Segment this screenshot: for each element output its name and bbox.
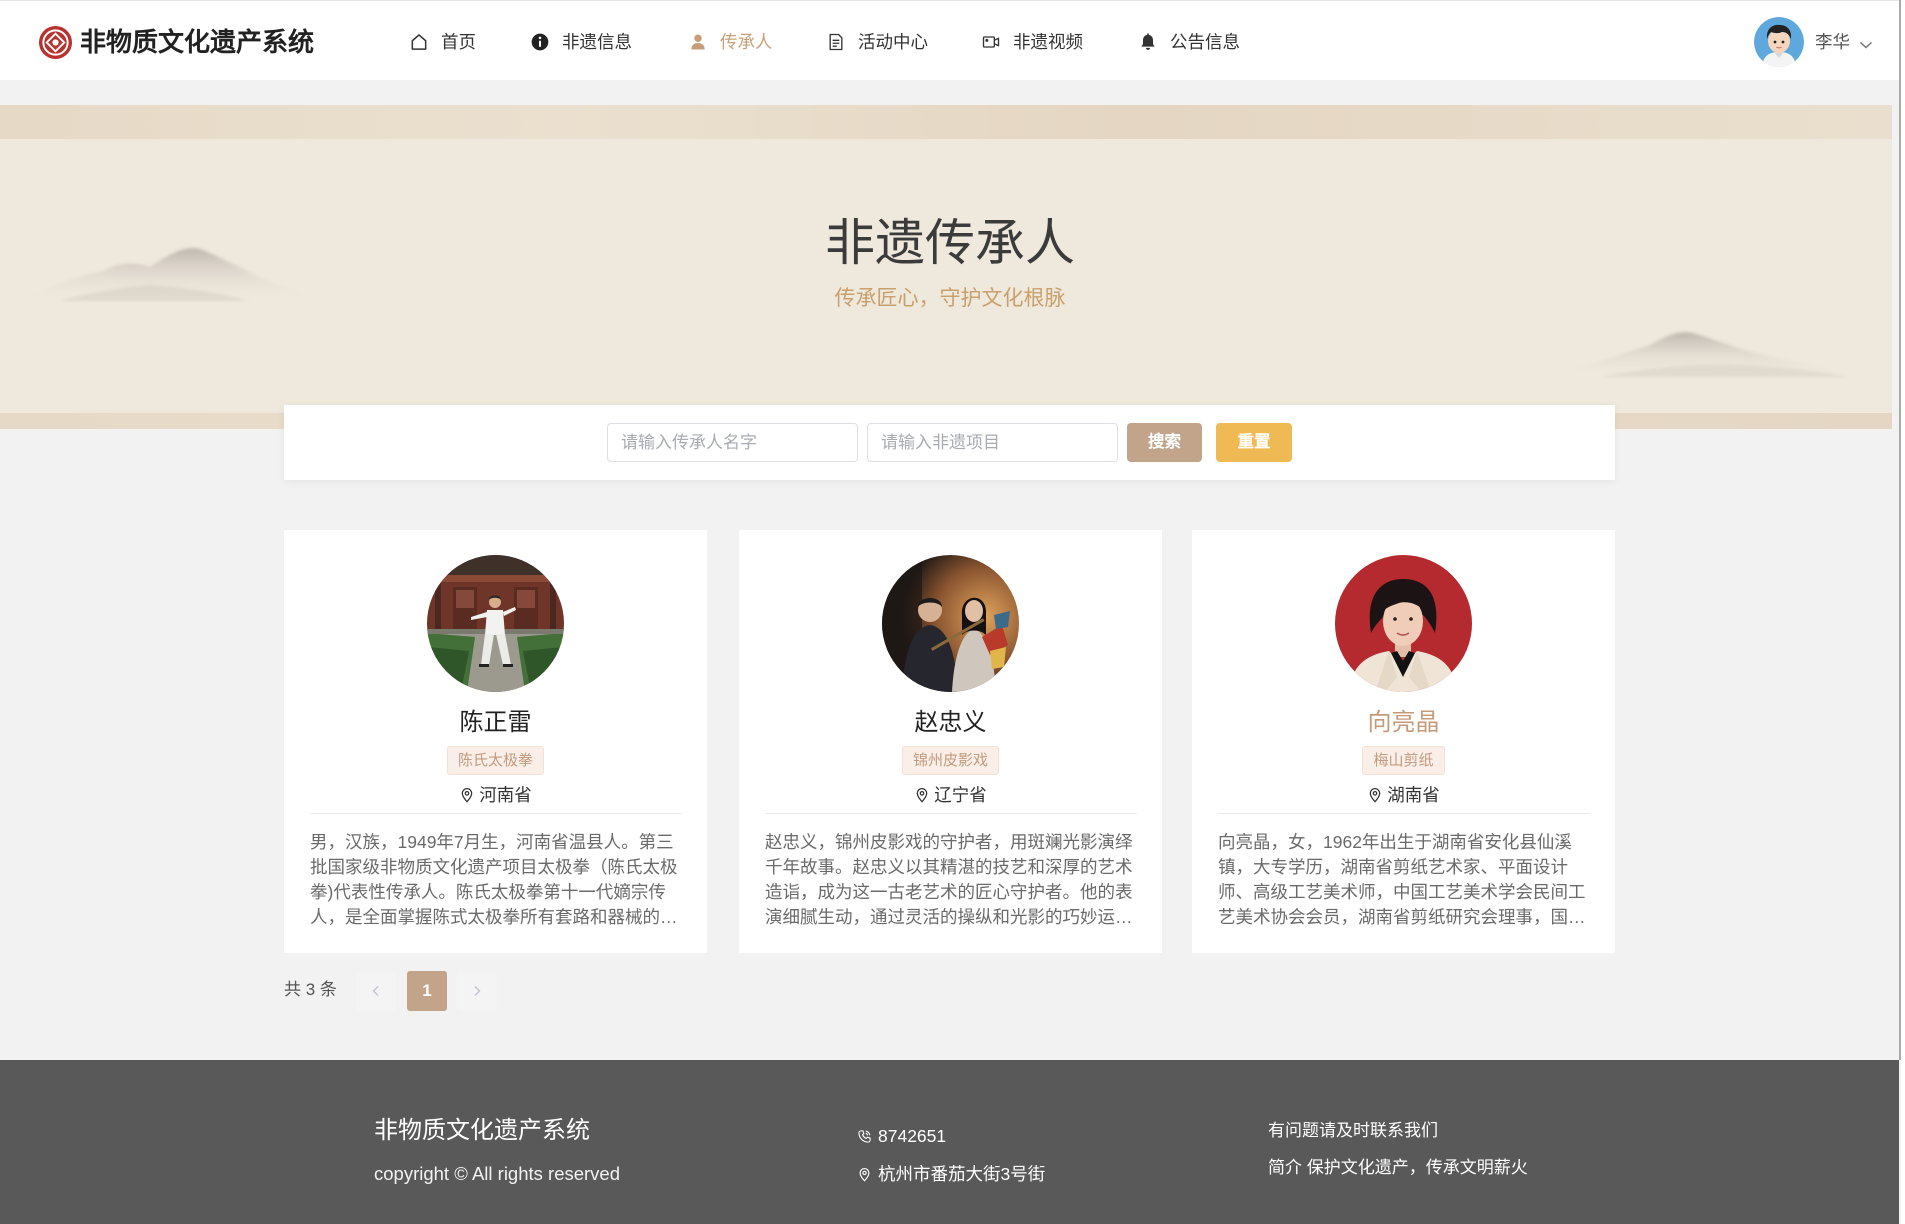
footer-contact-prompt: 有问题请及时联系我们 bbox=[1268, 1121, 1438, 1140]
phone-icon bbox=[857, 1129, 872, 1144]
window-edge-margin bbox=[1901, 0, 1905, 1224]
footer-intro: 简介 保护文化遗产，传承文明薪火 bbox=[1268, 1158, 1528, 1177]
footer-copyright: copyright © All rights reserved bbox=[374, 1163, 621, 1184]
user-icon bbox=[688, 32, 708, 52]
search-panel: 搜索 重置 bbox=[284, 405, 1615, 480]
inheritor-card[interactable]: 赵忠义 锦州皮影戏 辽宁省 赵忠义，锦州皮影戏的守护者，用斑斓光影演绎千年故事。… bbox=[739, 530, 1162, 953]
footer-title: 非物质文化遗产系统 bbox=[374, 1117, 590, 1144]
pagination-total: 共 3 条 bbox=[284, 980, 337, 999]
location-pin-icon bbox=[1367, 787, 1383, 803]
pagination-next-button[interactable] bbox=[457, 971, 497, 1011]
phone-number: 8742651 bbox=[878, 1126, 947, 1146]
chevron-left-icon bbox=[370, 985, 382, 997]
footer-phone: 8742651 bbox=[857, 1124, 946, 1148]
chevron-down-icon[interactable] bbox=[1859, 37, 1873, 49]
location-pin-icon bbox=[459, 787, 475, 803]
bell-icon bbox=[1138, 32, 1158, 52]
user-avatar[interactable] bbox=[1754, 17, 1804, 67]
nav-item-home[interactable]: 首页 bbox=[409, 29, 476, 55]
location-text: 河南省 bbox=[479, 785, 532, 805]
nav-item-activity-center[interactable]: 活动中心 bbox=[826, 29, 928, 55]
nav-label: 非遗视频 bbox=[1013, 32, 1083, 52]
inheritor-name: 向亮晶 bbox=[1367, 709, 1440, 736]
card-divider bbox=[310, 813, 682, 814]
nav-label: 公告信息 bbox=[1170, 32, 1240, 52]
search-button[interactable]: 搜索 bbox=[1127, 423, 1202, 462]
inheritor-location: 辽宁省 bbox=[739, 783, 1162, 807]
nav-item-heritage-info[interactable]: 非遗信息 bbox=[530, 29, 632, 55]
address-text: 杭州市番茄大街3号街 bbox=[878, 1164, 1046, 1184]
card-divider bbox=[1218, 813, 1590, 814]
inheritor-photo bbox=[1335, 555, 1472, 692]
pagination-prev-button[interactable] bbox=[356, 971, 396, 1011]
inheritor-description: 赵忠义，锦州皮影戏的守护者，用斑斓光影演绎千年故事。赵忠义以其精湛的技艺和深厚的… bbox=[765, 832, 1133, 927]
footer-address: 杭州市番茄大街3号街 bbox=[857, 1162, 1045, 1186]
logo-icon[interactable] bbox=[38, 25, 73, 60]
nav-label: 传承人 bbox=[720, 32, 773, 52]
location-pin-icon bbox=[857, 1167, 872, 1182]
project-tag: 陈氏太极拳 bbox=[446, 746, 544, 775]
inheritor-location: 河南省 bbox=[284, 783, 707, 807]
user-name[interactable]: 李华 bbox=[1815, 30, 1850, 54]
inheritor-description: 男，汉族，1949年7月生，河南省温县人。第三批国家级非物质文化遗产项目太极拳（… bbox=[310, 832, 678, 927]
location-text: 湖南省 bbox=[1387, 785, 1440, 805]
card-divider bbox=[765, 813, 1137, 814]
heritage-project-input[interactable] bbox=[867, 423, 1118, 462]
page-subtitle: 传承匠心，守护文化根脉 bbox=[834, 287, 1066, 310]
location-pin-icon bbox=[914, 787, 930, 803]
info-icon bbox=[530, 32, 550, 52]
project-tag: 梅山剪纸 bbox=[1362, 746, 1445, 775]
inheritor-name-input[interactable] bbox=[607, 423, 858, 462]
video-icon bbox=[981, 32, 1001, 52]
location-text: 辽宁省 bbox=[934, 785, 987, 805]
inheritor-card[interactable]: 向亮晶 梅山剪纸 湖南省 向亮晶，女，1962年出生于湖南省安化县仙溪镇，大专学… bbox=[1192, 530, 1615, 953]
nav-label: 首页 bbox=[441, 32, 476, 52]
inheritor-name: 赵忠义 bbox=[914, 709, 987, 736]
nav-label: 活动中心 bbox=[858, 32, 928, 52]
nav-item-inheritors[interactable]: 传承人 bbox=[688, 29, 773, 55]
inheritor-description: 向亮晶，女，1962年出生于湖南省安化县仙溪镇，大专学历，湖南省剪纸艺术家、平面… bbox=[1218, 832, 1586, 927]
project-tag: 锦州皮影戏 bbox=[901, 746, 999, 775]
nav-item-announcements[interactable]: 公告信息 bbox=[1138, 29, 1240, 55]
inheritor-card[interactable]: 陈正雷 陈氏太极拳 河南省 男，汉族，1949年7月生，河南省温县人。第三批国家… bbox=[284, 530, 707, 953]
nav-item-heritage-video[interactable]: 非遗视频 bbox=[981, 29, 1083, 55]
inheritor-photo bbox=[882, 555, 1019, 692]
app-title[interactable]: 非物质文化遗产系统 bbox=[80, 24, 314, 60]
inheritor-location: 湖南省 bbox=[1192, 783, 1615, 807]
page-title: 非遗传承人 bbox=[825, 215, 1075, 271]
inheritor-name: 陈正雷 bbox=[459, 709, 532, 736]
reset-button[interactable]: 重置 bbox=[1216, 423, 1292, 462]
home-icon bbox=[409, 32, 429, 52]
document-icon bbox=[826, 32, 846, 52]
footer: 非物质文化遗产系统 copyright © All rights reserve… bbox=[0, 1060, 1899, 1224]
inheritor-photo bbox=[427, 555, 564, 692]
chevron-right-icon bbox=[471, 985, 483, 997]
hero-banner: 非遗传承人 传承匠心，守护文化根脉 bbox=[0, 105, 1892, 429]
nav-label: 非遗信息 bbox=[562, 32, 632, 52]
pagination-page-button[interactable]: 1 bbox=[407, 971, 447, 1011]
